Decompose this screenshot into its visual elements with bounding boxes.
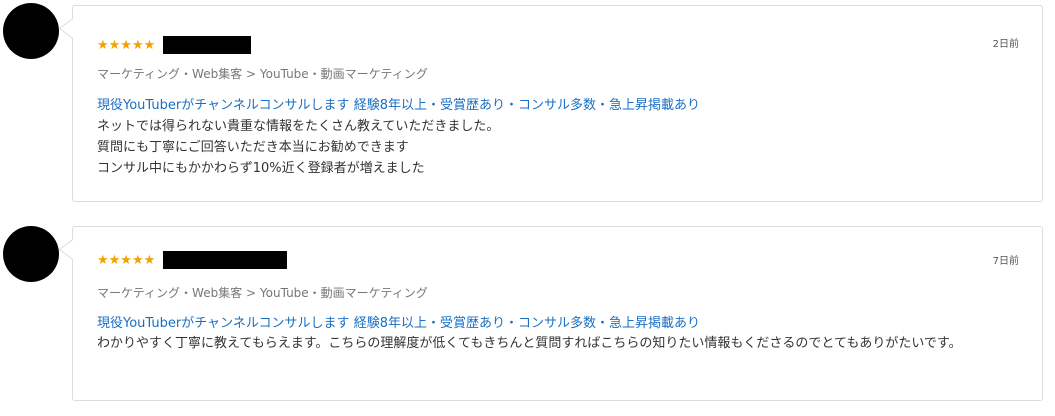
rating-row: ★★★★★ (97, 251, 288, 269)
review-body: わかりやすく丁寧に教えてもらえます。こちらの理解度が低くてもきちんと質問すればこ… (97, 333, 1012, 354)
star-rating-icon: ★★★★★ (97, 252, 156, 268)
review-card: ★★★★★ 7日前 マーケティング・Web集客 > YouTube・動画マーケテ… (72, 226, 1043, 401)
review-line: わかりやすく丁寧に教えてもらえます。こちらの理解度が低くてもきちんと質問すればこ… (97, 336, 962, 351)
review-category-breadcrumb: マーケティング・Web集客 > YouTube・動画マーケティング (97, 286, 428, 300)
review-line: 質問にも丁寧にご回答いただき本当にお勧めできます (97, 140, 409, 155)
review-date: 2日前 (992, 39, 1019, 50)
service-title-link[interactable]: 現役YouTuberがチャンネルコンサルします 経験8年以上・受賞歴あり・コンサ… (97, 94, 700, 113)
review-category-breadcrumb: マーケティング・Web集客 > YouTube・動画マーケティング (97, 67, 428, 81)
reviewer-avatar[interactable] (3, 226, 59, 282)
reviewer-avatar[interactable] (3, 3, 59, 59)
review-line: ネットでは得られない貴重な情報をたくさん教えていただきました。 (97, 119, 500, 134)
review-card: ★★★★★ 2日前 マーケティング・Web集客 > YouTube・動画マーケテ… (72, 5, 1043, 202)
review-body: ネットでは得られない貴重な情報をたくさん教えていただきました。 質問にも丁寧にご… (97, 116, 1017, 179)
rating-row: ★★★★★ (97, 36, 252, 54)
reviewer-name-redacted (163, 251, 288, 269)
review-line: コンサル中にもかかわらず10%近く登録者が増えました (97, 161, 425, 176)
reviewer-name-redacted (163, 36, 252, 54)
service-title-link[interactable]: 現役YouTuberがチャンネルコンサルします 経験8年以上・受賞歴あり・コンサ… (97, 312, 700, 331)
review-date: 7日前 (992, 256, 1019, 267)
star-rating-icon: ★★★★★ (97, 37, 156, 53)
